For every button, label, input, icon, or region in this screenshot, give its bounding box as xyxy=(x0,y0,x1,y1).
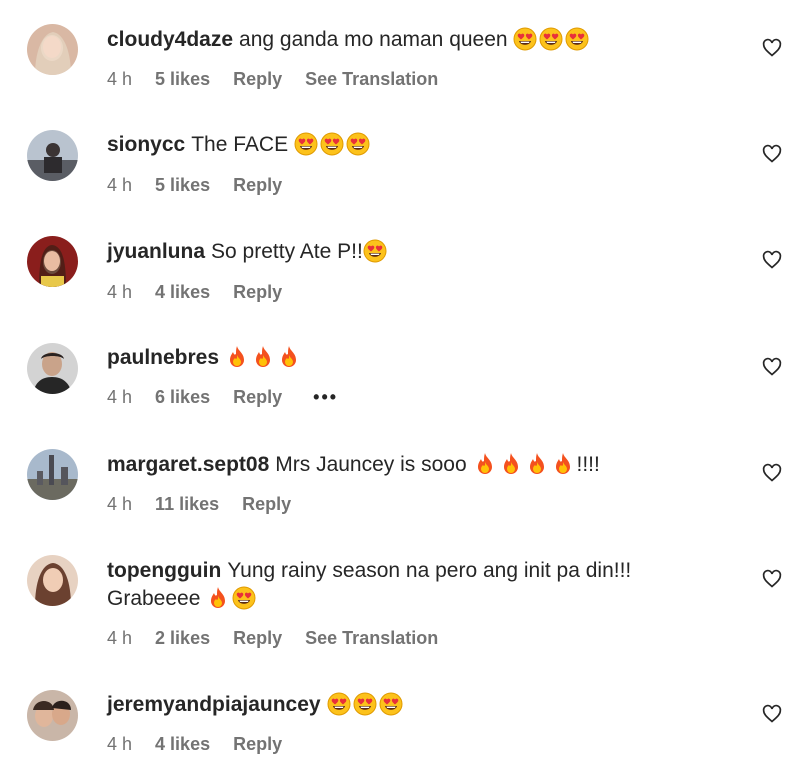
reply-button[interactable]: Reply xyxy=(233,387,282,407)
comment-text: jyuanluna So pretty Ate P!! xyxy=(107,238,707,266)
heart-eyes-emoji xyxy=(513,27,537,51)
comment-time: 4 h xyxy=(107,628,133,648)
fire-emoji xyxy=(225,345,249,369)
comment-username[interactable]: paulnebres xyxy=(107,346,219,369)
comment-body: The FACE xyxy=(191,133,289,156)
comment-likes[interactable]: 6 likes xyxy=(155,387,210,407)
heart-eyes-emoji xyxy=(379,692,403,716)
more-options-icon[interactable]: ••• xyxy=(313,387,338,408)
comment-meta: 4 h 4 likes Reply xyxy=(107,282,300,303)
comment-text: margaret.sept08 Mrs Jauncey is sooo !!!! xyxy=(107,451,707,479)
avatar[interactable] xyxy=(27,130,78,181)
comment-username[interactable]: jyuanluna xyxy=(107,240,205,263)
comment-meta: 4 h 4 likes Reply xyxy=(107,734,300,755)
comment-username[interactable]: topengguin xyxy=(107,559,221,582)
comment-body: Mrs Jauncey is sooo xyxy=(275,453,467,476)
heart-eyes-emoji xyxy=(539,27,563,51)
comment-time: 4 h xyxy=(107,734,133,754)
comment-text: sionycc The FACE xyxy=(107,131,707,159)
reply-button[interactable]: Reply xyxy=(233,175,282,195)
comment-meta: 4 h 6 likes Reply ••• xyxy=(107,387,356,408)
fire-emoji xyxy=(499,452,523,476)
fire-emoji xyxy=(525,452,549,476)
heart-eyes-emoji xyxy=(565,27,589,51)
emoji-set xyxy=(473,453,577,476)
comment-likes[interactable]: 5 likes xyxy=(155,69,210,89)
comment-suffix: !!!! xyxy=(576,453,600,476)
comment-likes[interactable]: 4 likes xyxy=(155,734,210,754)
comment-meta: 4 h 5 likes Reply xyxy=(107,175,300,196)
emoji-set xyxy=(513,27,591,51)
comment-body: Yung rainy season na pero ang init pa di… xyxy=(227,559,632,582)
fire-emoji xyxy=(251,345,275,369)
avatar[interactable] xyxy=(27,555,78,606)
heart-outline-icon[interactable] xyxy=(762,357,782,377)
reply-button[interactable]: Reply xyxy=(233,734,282,754)
avatar[interactable] xyxy=(27,24,78,75)
comment-body: ang ganda mo naman queen xyxy=(239,28,508,51)
heart-eyes-emoji xyxy=(327,692,351,716)
comment-time: 4 h xyxy=(107,282,133,302)
see-translation-link[interactable]: See Translation xyxy=(305,69,438,89)
comment-likes[interactable]: 2 likes xyxy=(155,628,210,648)
heart-eyes-emoji xyxy=(294,132,318,156)
heart-outline-icon[interactable] xyxy=(762,704,782,724)
avatar[interactable] xyxy=(27,343,78,394)
fire-emoji xyxy=(277,345,301,369)
heart-outline-icon[interactable] xyxy=(762,569,782,589)
fire-emoji xyxy=(473,452,497,476)
comment-time: 4 h xyxy=(107,175,133,195)
comment-body: So pretty Ate P!! xyxy=(211,240,363,263)
comment-likes[interactable]: 4 likes xyxy=(155,282,210,302)
comment-username[interactable]: margaret.sept08 xyxy=(107,453,269,476)
heart-outline-icon[interactable] xyxy=(762,250,782,270)
reply-button[interactable]: Reply xyxy=(242,494,291,514)
fire-emoji xyxy=(551,452,575,476)
heart-eyes-emoji xyxy=(320,132,344,156)
reply-button[interactable]: Reply xyxy=(233,282,282,302)
avatar[interactable] xyxy=(27,449,78,500)
comment-username[interactable]: sionycc xyxy=(107,133,185,156)
heart-outline-icon[interactable] xyxy=(762,38,782,58)
emoji-set xyxy=(327,692,405,716)
heart-eyes-emoji xyxy=(353,692,377,716)
comment-likes[interactable]: 5 likes xyxy=(155,175,210,195)
avatar[interactable] xyxy=(27,690,78,741)
comment-meta: 4 h 2 likes Reply See Translation xyxy=(107,628,456,649)
comment-username[interactable]: jeremyandpiajauncey xyxy=(107,693,321,716)
comment-text: cloudy4daze ang ganda mo naman queen xyxy=(107,26,707,54)
avatar[interactable] xyxy=(27,236,78,287)
see-translation-link[interactable]: See Translation xyxy=(305,628,438,648)
heart-eyes-emoji xyxy=(346,132,370,156)
emoji-set xyxy=(206,586,258,610)
fire-emoji xyxy=(206,586,230,610)
comment-body-line2: Grabeeee xyxy=(107,587,201,610)
comment-meta: 4 h 11 likes Reply xyxy=(107,494,309,515)
heart-eyes-emoji xyxy=(363,239,387,263)
heart-outline-icon[interactable] xyxy=(762,463,782,483)
comment-text: paulnebres xyxy=(107,344,707,372)
emoji-set xyxy=(294,132,372,156)
emoji-set xyxy=(225,346,303,369)
heart-eyes-emoji xyxy=(232,586,256,610)
comment-time: 4 h xyxy=(107,69,133,89)
comment-time: 4 h xyxy=(107,387,133,407)
comment-likes[interactable]: 11 likes xyxy=(155,494,219,514)
comment-text: jeremyandpiajauncey xyxy=(107,691,707,719)
comment-username[interactable]: cloudy4daze xyxy=(107,28,233,51)
comment-text: topengguin Yung rainy season na pero ang … xyxy=(107,557,707,613)
heart-outline-icon[interactable] xyxy=(762,144,782,164)
reply-button[interactable]: Reply xyxy=(233,628,282,648)
comment-time: 4 h xyxy=(107,494,133,514)
emoji-set xyxy=(363,239,389,263)
reply-button[interactable]: Reply xyxy=(233,69,282,89)
comment-meta: 4 h 5 likes Reply See Translation xyxy=(107,69,456,90)
